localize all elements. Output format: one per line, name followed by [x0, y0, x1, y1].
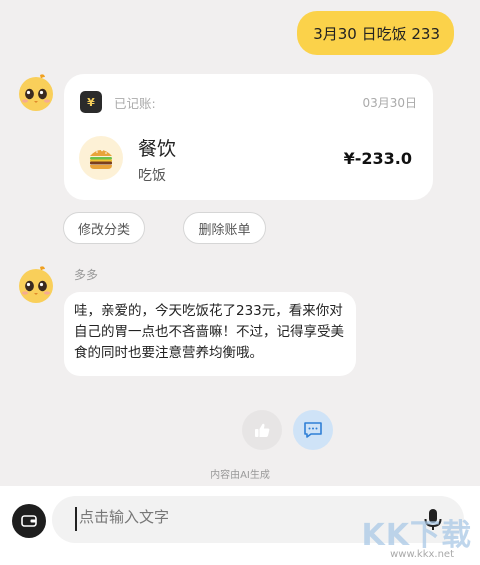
assistant-reply-text: 哇，亲爱的，今天吃饭花了233元，看来你对自己的胃一点也不吝啬嘛！不过，记得享受… — [74, 303, 344, 361]
feedback-button[interactable] — [293, 410, 333, 450]
chick-avatar-icon — [19, 266, 53, 303]
recorded-label: 已记账: — [114, 95, 156, 111]
assistant-name: 多多 — [74, 268, 99, 282]
assistant-reply-bubble[interactable]: 哇，亲爱的，今天吃饭花了233元，看来你对自己的胃一点也不吝啬嘛！不过，记得享受… — [64, 292, 356, 376]
bill-amount: ¥-233.0 — [343, 149, 412, 168]
category-name: 餐饮 — [138, 138, 177, 160]
edit-category-label: 修改分类 — [77, 222, 130, 238]
text-caret — [75, 507, 77, 531]
yen-icon: ¥ — [80, 91, 102, 113]
bill-date: 03月30日 — [362, 95, 417, 110]
watermark-url: www.kkx.net — [390, 549, 454, 560]
bill-card[interactable]: ¥ 已记账: 03月30日 餐饮 吃饭 ¥-233.0 — [64, 74, 433, 200]
assistant-avatar[interactable] — [16, 72, 56, 112]
edit-category-button[interactable]: 修改分类 — [63, 212, 145, 244]
bill-card-header: ¥ 已记账: 03月30日 — [80, 91, 417, 113]
delete-bill-button[interactable]: 删除账单 — [183, 212, 266, 244]
thumbs-up-icon — [255, 423, 270, 437]
ai-disclaimer: 内容由AI生成 — [210, 470, 270, 481]
user-message-bubble[interactable]: 3月30 日吃饭 233 — [297, 11, 454, 55]
like-button[interactable] — [242, 410, 282, 450]
user-message-text: 3月30 日吃饭 233 — [313, 24, 440, 43]
watermark-logo: KK下载 — [361, 518, 472, 553]
wallet-icon — [21, 515, 37, 527]
message-icon — [304, 422, 322, 438]
wallet-button[interactable] — [12, 504, 46, 538]
message-input[interactable] — [79, 508, 379, 526]
bill-note: 吃饭 — [138, 168, 166, 184]
delete-bill-label: 删除账单 — [198, 222, 251, 238]
assistant-avatar[interactable] — [16, 264, 56, 304]
chick-avatar-icon — [19, 74, 53, 111]
hamburger-icon — [79, 136, 123, 180]
